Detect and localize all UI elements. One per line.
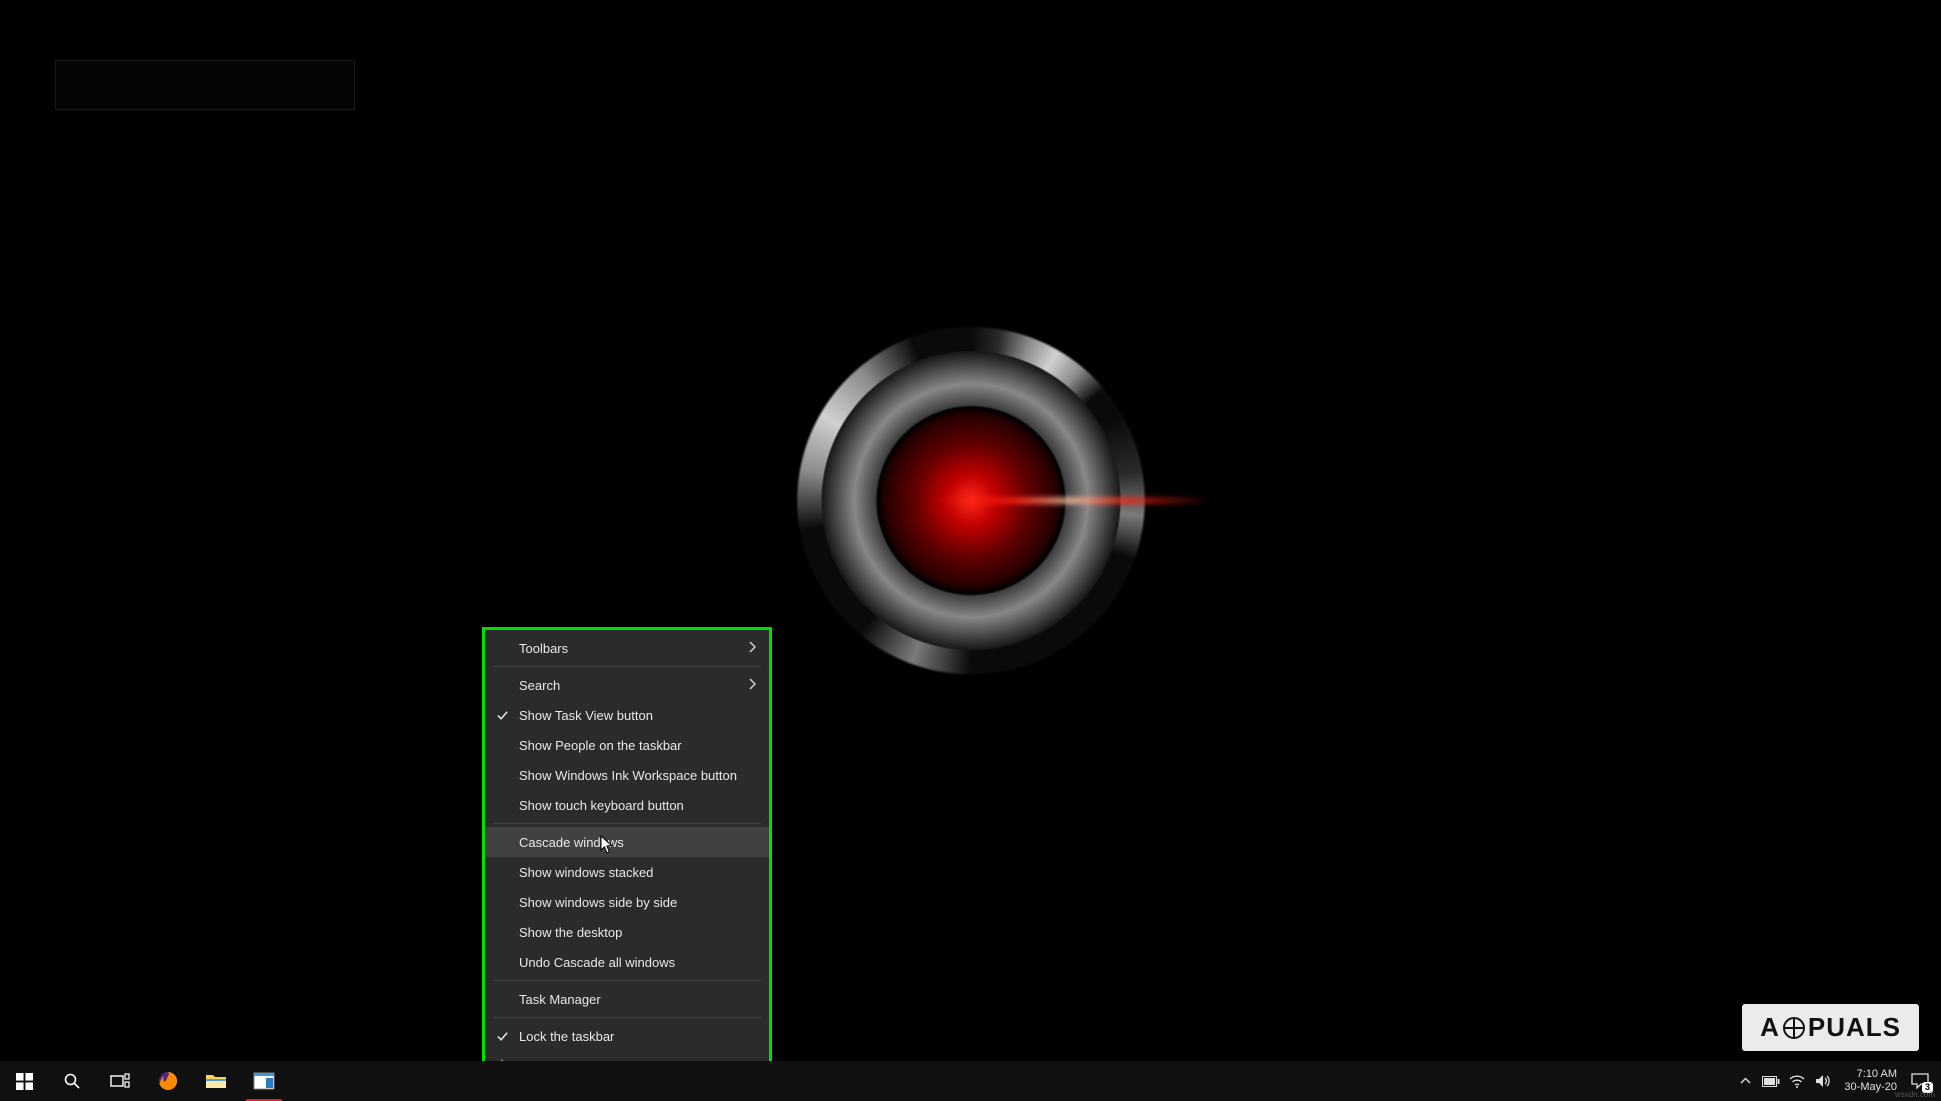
taskbar-context-menu: Toolbars Search Show Task View button Sh…: [482, 627, 772, 1087]
firefox-app[interactable]: [144, 1061, 192, 1101]
start-button[interactable]: [0, 1061, 48, 1101]
menu-show-windows-side-by-side[interactable]: Show windows side by side: [485, 887, 769, 917]
wifi-icon[interactable]: [1788, 1072, 1806, 1090]
clock[interactable]: 7:10 AM 30-May-20: [1840, 1068, 1901, 1093]
volume-icon[interactable]: [1814, 1072, 1832, 1090]
menu-label: Lock the taskbar: [519, 1029, 757, 1044]
search-button[interactable]: [48, 1061, 96, 1101]
folder-icon: [205, 1072, 227, 1090]
chevron-right-icon: [741, 641, 757, 656]
menu-lock-taskbar[interactable]: Lock the taskbar: [485, 1021, 769, 1051]
menu-label: Show the desktop: [519, 925, 757, 940]
menu-show-ink-workspace[interactable]: Show Windows Ink Workspace button: [485, 760, 769, 790]
task-view-icon: [110, 1073, 130, 1089]
menu-label: Cascade windows: [519, 835, 757, 850]
taskbar[interactable]: 7:10 AM 30-May-20 3: [0, 1061, 1941, 1101]
globe-icon: [1783, 1017, 1805, 1039]
menu-label: Search: [519, 678, 741, 693]
file-explorer-app[interactable]: [192, 1061, 240, 1101]
date-label: 30-May-20: [1844, 1081, 1897, 1094]
menu-label: Show windows side by side: [519, 895, 757, 910]
menu-label: Show People on the taskbar: [519, 738, 757, 753]
menu-show-task-view[interactable]: Show Task View button: [485, 700, 769, 730]
menu-task-manager[interactable]: Task Manager: [485, 984, 769, 1014]
watermark-text: PUALS: [1808, 1012, 1901, 1043]
firefox-icon: [157, 1070, 179, 1092]
app-window-icon: [253, 1072, 275, 1090]
checkmark-icon: [485, 1030, 519, 1043]
source-credit: wsxdn.com: [1895, 1090, 1935, 1099]
menu-show-people[interactable]: Show People on the taskbar: [485, 730, 769, 760]
tray-chevron-up-icon[interactable]: [1736, 1072, 1754, 1090]
menu-show-touch-keyboard[interactable]: Show touch keyboard button: [485, 790, 769, 820]
task-view-button[interactable]: [96, 1061, 144, 1101]
menu-search[interactable]: Search: [485, 670, 769, 700]
search-icon: [63, 1072, 81, 1090]
action-center-button[interactable]: 3: [1909, 1070, 1931, 1092]
menu-undo-cascade[interactable]: Undo Cascade all windows: [485, 947, 769, 977]
menu-cascade-windows[interactable]: Cascade windows: [485, 827, 769, 857]
chevron-right-icon: [741, 678, 757, 693]
menu-show-windows-stacked[interactable]: Show windows stacked: [485, 857, 769, 887]
battery-icon[interactable]: [1762, 1072, 1780, 1090]
menu-label: Show Task View button: [519, 708, 757, 723]
menu-toolbars[interactable]: Toolbars: [485, 633, 769, 663]
desktop-wallpaper: [761, 290, 1181, 710]
menu-show-desktop[interactable]: Show the desktop: [485, 917, 769, 947]
windows-logo-icon: [16, 1073, 33, 1090]
menu-label: Undo Cascade all windows: [519, 955, 757, 970]
menu-label: Show windows stacked: [519, 865, 757, 880]
running-app[interactable]: [240, 1061, 288, 1101]
checkmark-icon: [485, 709, 519, 722]
ghost-window-outline: [55, 60, 355, 110]
time-label: 7:10 AM: [1844, 1068, 1897, 1081]
menu-label: Show touch keyboard button: [519, 798, 757, 813]
menu-label: Show Windows Ink Workspace button: [519, 768, 757, 783]
menu-label: Toolbars: [519, 641, 741, 656]
watermark-text: A: [1760, 1012, 1780, 1043]
menu-label: Task Manager: [519, 992, 757, 1007]
appuals-watermark: A PUALS: [1742, 1004, 1919, 1051]
